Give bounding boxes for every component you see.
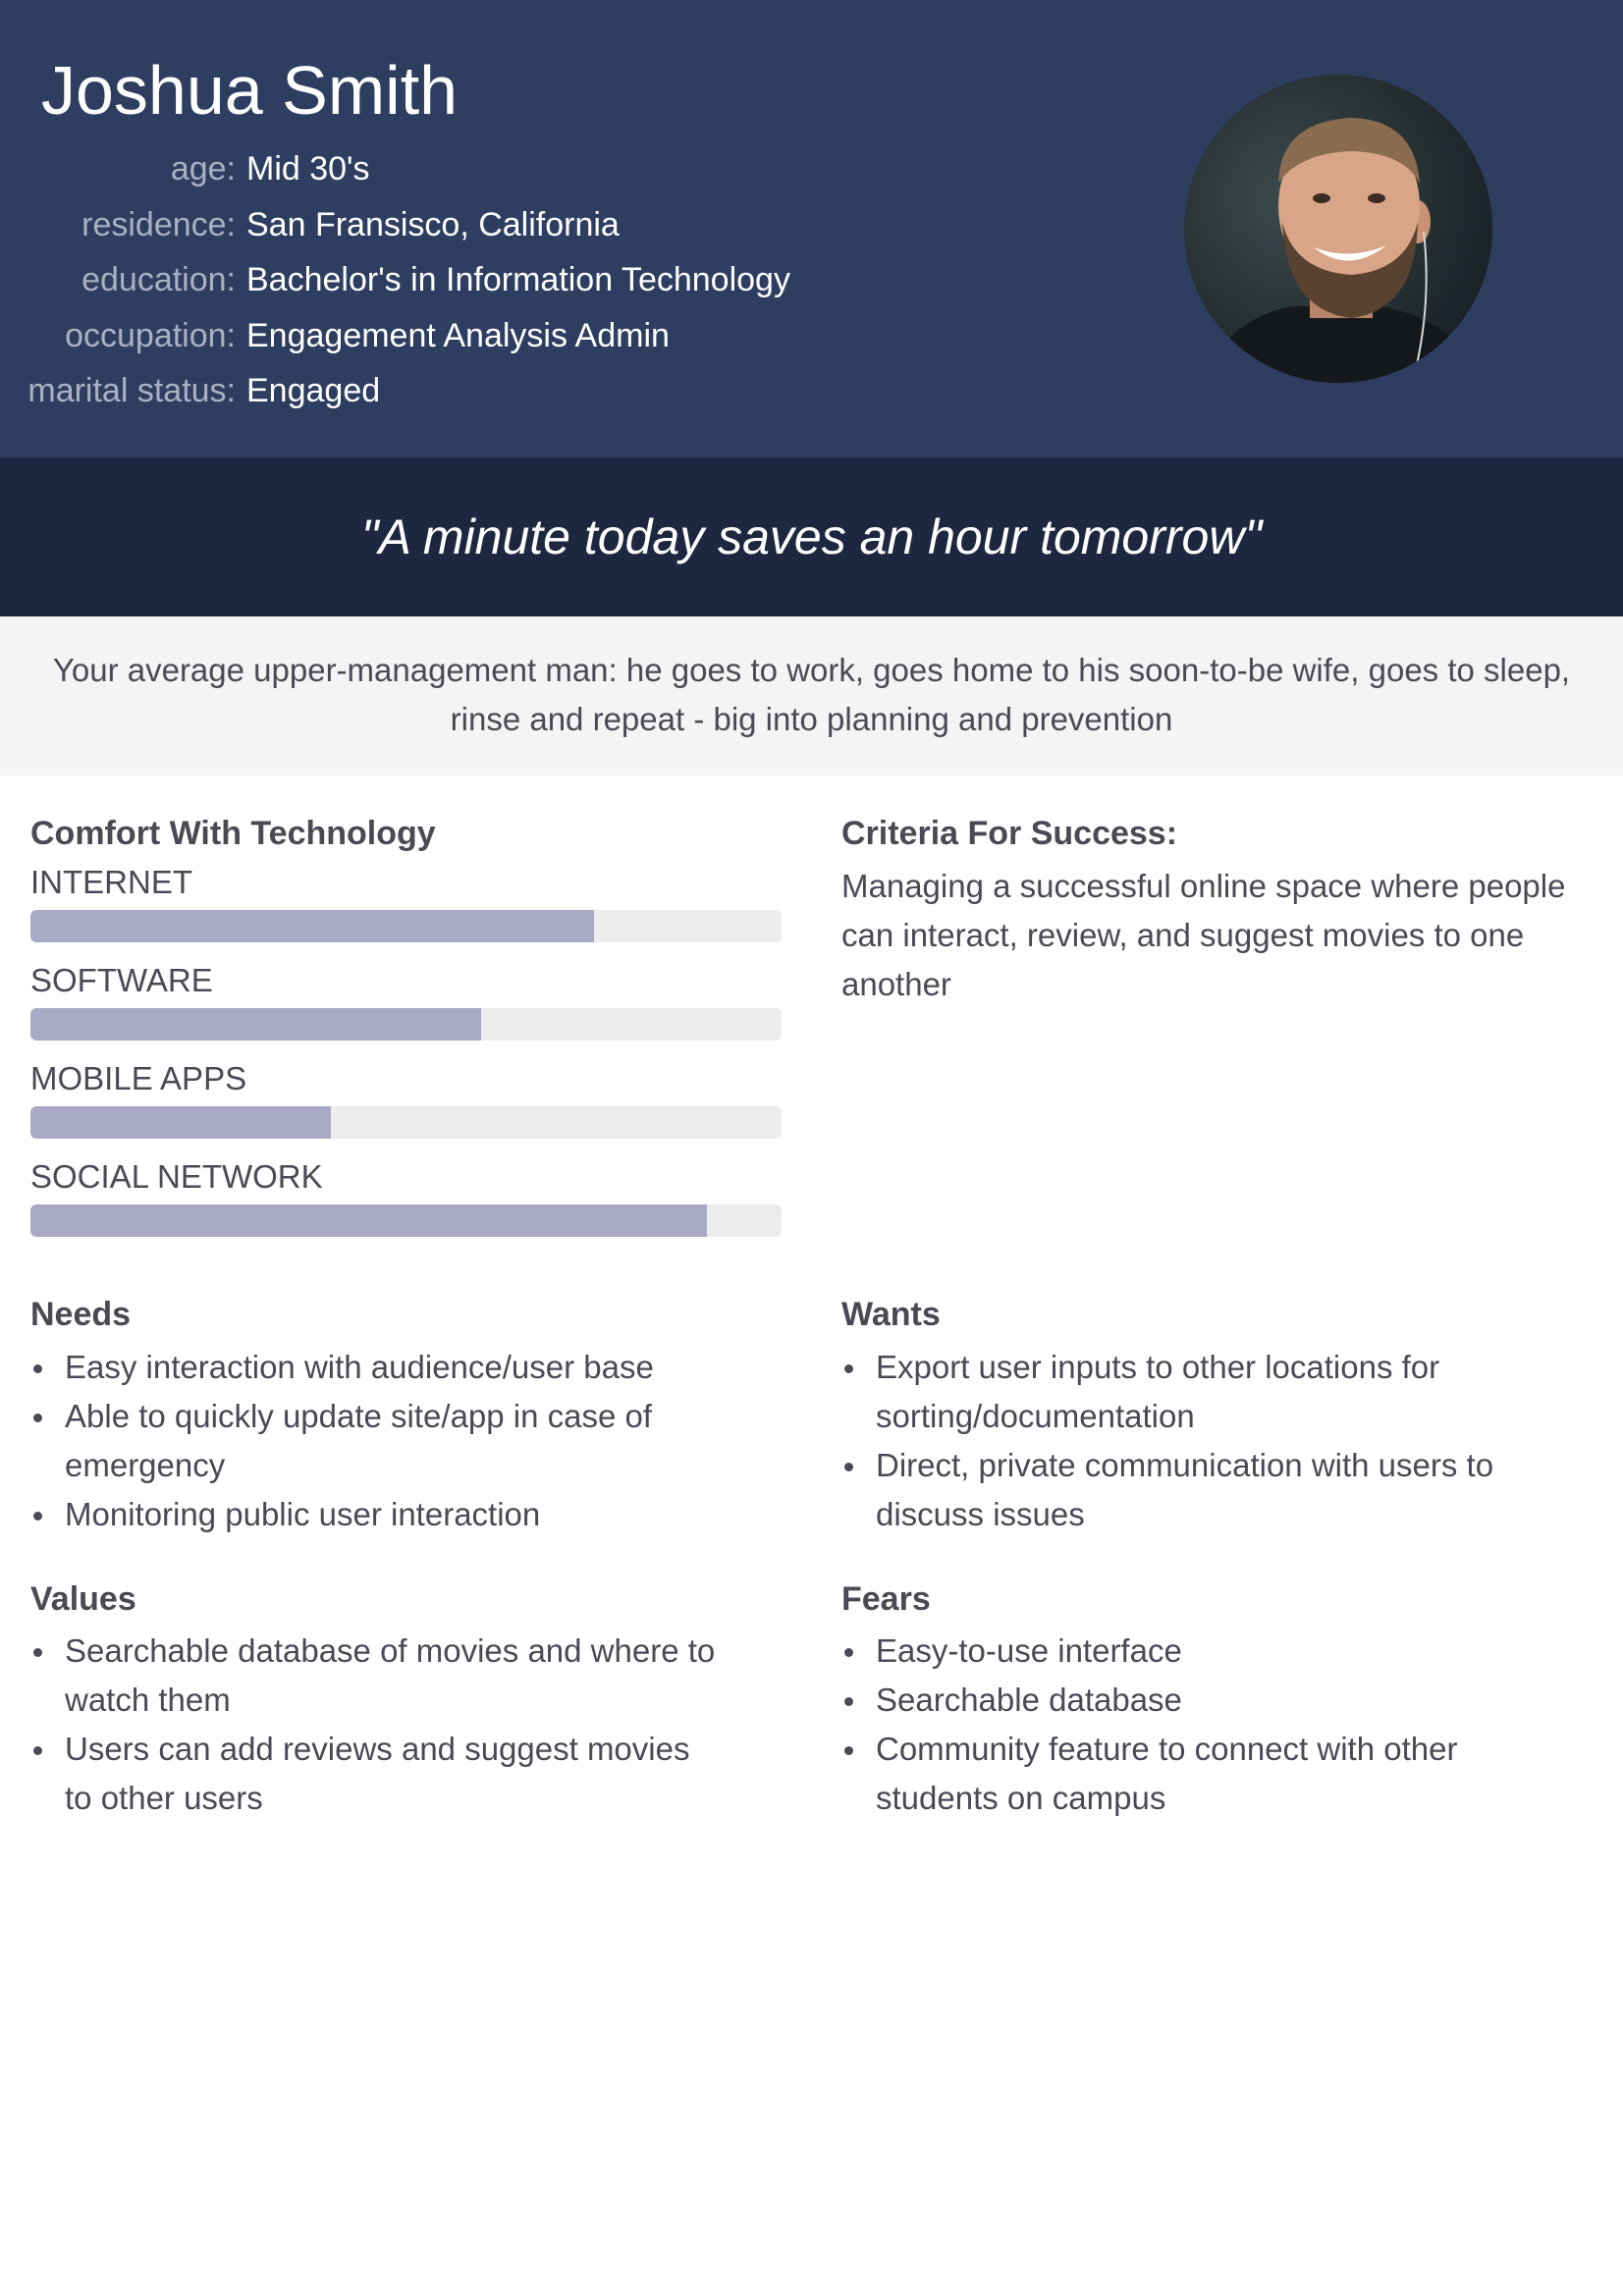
criteria-title: Criteria For Success: [841, 815, 1178, 852]
detail-label: marital status: [27, 372, 236, 409]
detail-value: San Fransisco, California [246, 205, 620, 243]
list-item: Export user inputs to other locations fo… [841, 1343, 1529, 1441]
detail-label: age: [170, 150, 236, 187]
detail-row-occupation: occupation: Engagement Analysis Admin [0, 308, 884, 364]
skill-bar-fill [30, 910, 594, 942]
list-item: Community feature to connect with other … [841, 1725, 1529, 1823]
detail-row-marital-status: marital status: Engaged [0, 363, 884, 419]
persona-summary: Your average upper-management man: he go… [52, 652, 1571, 737]
skill-bar-fill [30, 1106, 331, 1139]
wants-list: Export user inputs to other locations fo… [841, 1343, 1529, 1539]
skill-bar-software [30, 1008, 782, 1041]
detail-value: Engaged [246, 372, 381, 409]
persona-quote: "A minute today saves an hour tomorrow" [360, 509, 1263, 564]
list-item: Easy interaction with audience/user base [30, 1343, 718, 1392]
fears-list: Easy-to-use interface Searchable databas… [841, 1627, 1529, 1823]
values-title: Values [30, 1580, 136, 1618]
persona-details: age: Mid 30's residence: San Fransisco, Ca… [0, 141, 884, 419]
skill-label-social-network: SOCIAL NETWORK [30, 1158, 323, 1195]
detail-label: education: [81, 261, 236, 298]
needs-list: Easy interaction with audience/user base… [30, 1343, 718, 1539]
skill-bar-mobile-apps [30, 1106, 782, 1139]
detail-value: Mid 30's [246, 150, 370, 187]
detail-value: Bachelor's in Information Technology [246, 261, 790, 298]
detail-row-education: education: Bachelor's in Information Tech… [0, 252, 884, 308]
skill-label-software: SOFTWARE [30, 962, 213, 998]
list-item: Direct, private communication with users… [841, 1441, 1529, 1539]
avatar-portrait-icon [1184, 75, 1492, 383]
summary-band: Your average upper-management man: he go… [0, 616, 1623, 775]
comfort-title: Comfort With Technology [30, 815, 436, 852]
persona-name: Joshua Smith [41, 52, 459, 129]
list-item: Monitoring public user interaction [30, 1490, 718, 1539]
needs-title: Needs [30, 1296, 132, 1333]
criteria-text: Managing a successful online space where… [841, 868, 1566, 1002]
wants-title: Wants [841, 1296, 941, 1333]
list-item: Searchable database of movies and where … [30, 1627, 718, 1725]
detail-label: residence: [81, 205, 236, 243]
values-list: Searchable database of movies and where … [30, 1627, 718, 1823]
skill-bar-social-network [30, 1204, 782, 1237]
list-item: Searchable database [841, 1676, 1529, 1725]
skill-bar-fill [30, 1204, 707, 1237]
avatar-photo [1184, 75, 1492, 383]
persona-header: Joshua Smith age: Mid 30's residence: San … [0, 0, 1623, 457]
detail-label: occupation: [65, 316, 236, 354]
list-item: Users can add reviews and suggest movies… [30, 1725, 718, 1823]
detail-row-age: age: Mid 30's [0, 141, 884, 197]
skill-bar-fill [30, 1008, 481, 1041]
detail-value: Engagement Analysis Admin [246, 316, 670, 354]
skill-label-internet: INTERNET [30, 864, 192, 900]
skill-bar-internet [30, 910, 782, 942]
detail-row-residence: residence: San Fransisco, California [0, 197, 884, 253]
list-item: Easy-to-use interface [841, 1627, 1529, 1676]
list-item: Able to quickly update site/app in case … [30, 1392, 718, 1490]
fears-title: Fears [841, 1580, 931, 1618]
skill-label-mobile-apps: MOBILE APPS [30, 1060, 247, 1096]
quote-band: "A minute today saves an hour tomorrow" [0, 457, 1623, 616]
